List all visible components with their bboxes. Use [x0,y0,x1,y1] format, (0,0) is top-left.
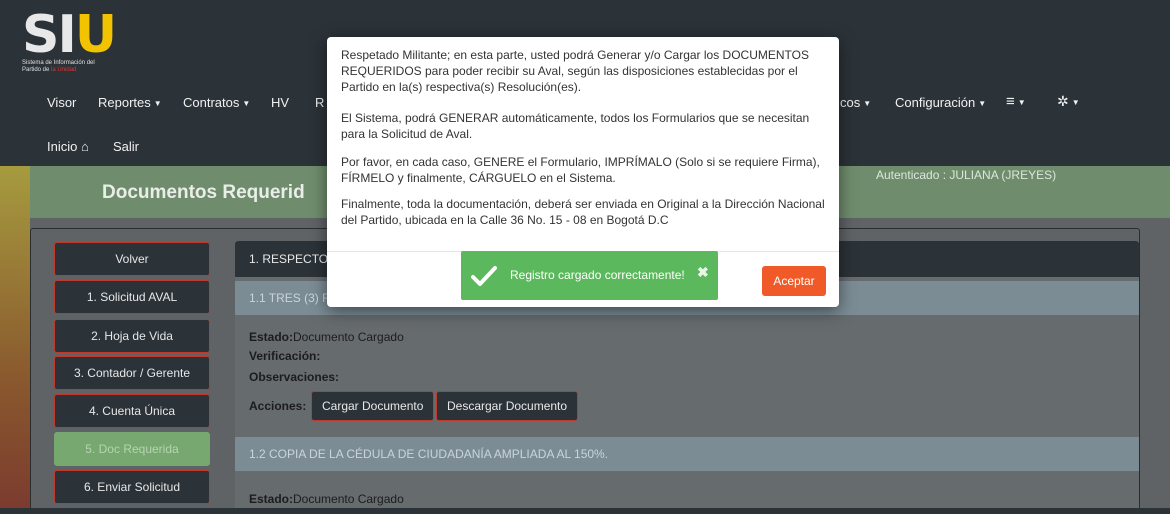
home-icon: ⌂ [80,139,89,154]
sidebar-item-volver[interactable]: Volver [54,242,210,276]
verificacion-field: Verificación: [249,349,320,363]
sidebar-item-hoja-de-vida[interactable]: 2. Hoja de Vida [54,319,210,353]
estado2-value: Documento Cargado [293,492,404,506]
nav-cos-partial-label: cos [840,95,861,110]
sidebar-item-doc-requerida[interactable]: 5. Doc Requerida [54,432,210,466]
siu-logo[interactable]: SIU Sistema de Información del Partido d… [22,9,142,78]
nav-configuracion[interactable]: Configuración ▼ [895,95,986,110]
hamburger-icon: ≡ [1006,93,1015,110]
chevron-down-icon: ▼ [242,99,251,109]
sidebar-item-solicitud-aval[interactable]: 1. Solicitud AVAL [54,280,210,314]
auth-status: Autenticado : JULIANA (JREYES) [876,168,1057,182]
nav-salir-label: Salir [113,139,140,154]
acciones-label-text: Acciones: [249,399,307,413]
logo-letter-i: I [57,5,76,65]
estado2-field: Estado:Documento Cargado [249,492,404,506]
chevron-down-icon: ▼ [978,99,987,109]
logo-letters: SIU [22,9,117,61]
logo-letter-s: S [22,5,59,65]
chevron-down-icon: ▼ [1071,97,1080,107]
acciones-label: Acciones: [249,399,306,413]
estado-value: Documento Cargado [293,330,404,344]
side-stripe [0,166,30,514]
sidebar-item-enviar-solicitud[interactable]: 6. Enviar Solicitud [54,470,210,504]
nav-menu[interactable]: ≡ ▼ [1006,93,1026,110]
nav-inicio-label: Inicio [47,139,78,154]
nav-contratos-label: Contratos [183,95,240,110]
bottom-bar [0,508,1170,514]
logo-letter-u: U [74,5,117,65]
modal-paragraph-1: Respetado Militante; en esta parte, uste… [341,48,809,94]
logo-subtitle-2-highlight: la Unidad [51,67,77,73]
estado2-label: Estado: [249,492,294,506]
logo-subtitle-1: Sistema de Información del [22,60,95,66]
check-icon [471,266,497,286]
logo-subtitle-2: Partido de la Unidad [22,67,76,73]
nav-configuracion-label: Configuración [895,95,976,110]
nav-reportes[interactable]: Reportes ▼ [98,95,162,110]
sidebar-item-contador-gerente[interactable]: 3. Contador / Gerente [54,356,210,390]
nav-settings[interactable]: ✲ ▼ [1057,93,1080,110]
chevron-down-icon: ▼ [153,99,162,109]
aceptar-button[interactable]: Aceptar [762,266,826,296]
logo-subtitle-2-prefix: Partido de [22,67,52,73]
descargar-documento-button[interactable]: Descargar Documento [436,391,579,421]
nav-contratos[interactable]: Contratos ▼ [183,95,250,110]
sidebar-item-cuenta-unica[interactable]: 4. Cuenta Única [54,394,210,428]
nav-visor-label: Visor [47,95,77,110]
observaciones-field: Observaciones: [249,370,339,384]
toast-message: Registro cargado correctamente! [510,268,685,282]
nav-hv-label: HV [271,95,290,110]
nav-r-partial[interactable]: R [315,95,324,110]
gear-icon: ✲ [1057,93,1069,109]
section-1-2-title: 1.2 COPIA DE LA CÉDULA DE CIUDADANÍA AMP… [235,437,1139,471]
modal-paragraph-4: Finalmente, toda la documentación, deber… [341,197,825,227]
modal-paragraph-3: Por favor, en cada caso, GENERE el Formu… [341,155,820,185]
nav-visor[interactable]: Visor [47,95,76,110]
nav-inicio[interactable]: Inicio ⌂ [47,139,89,154]
close-icon[interactable]: ✖ [697,264,709,281]
cargar-documento-button[interactable]: Cargar Documento [311,391,435,421]
nav-hv[interactable]: HV [271,95,289,110]
verificacion-label: Verificación: [249,349,321,363]
nav-cos-partial[interactable]: cos ▼ [840,95,871,110]
nav-r-partial-label: R [315,95,325,110]
success-toast: Registro cargado correctamente! ✖ [461,251,718,300]
modal-paragraph-2: El Sistema, podrá GENERAR automáticament… [341,111,810,141]
chevron-down-icon: ▼ [863,99,872,109]
estado-label: Estado: [249,330,294,344]
estado-field: Estado:Documento Cargado [249,330,404,344]
observaciones-label: Observaciones: [249,370,340,384]
nav-salir[interactable]: Salir [113,139,139,154]
page-title: Documentos Requerid [102,182,305,203]
nav-reportes-label: Reportes [98,95,151,110]
chevron-down-icon: ▼ [1017,97,1026,107]
